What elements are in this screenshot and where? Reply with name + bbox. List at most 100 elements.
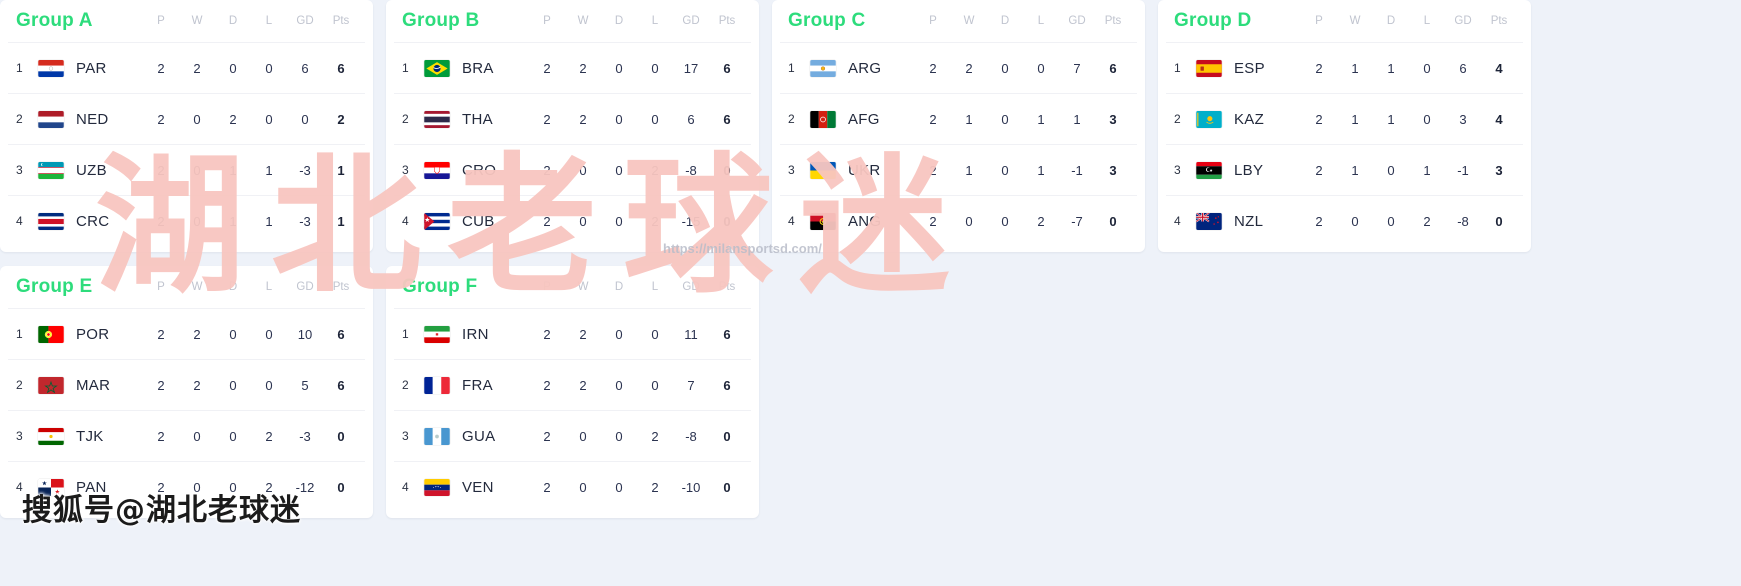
table-row[interactable]: 1 IRN 2 2 0 0 11 6 bbox=[394, 308, 751, 359]
group-standings-grid: Group A P W D L GD Pts 1 PAR 2 2 0 0 6 6 2 NED 2 0 2 0 0 2 3 UZB… bbox=[0, 0, 1741, 532]
table-row[interactable]: 2 MAR 2 2 0 0 5 6 bbox=[8, 359, 365, 410]
team-name[interactable]: VEN bbox=[462, 479, 494, 496]
team-name[interactable]: MAR bbox=[76, 377, 110, 394]
column-header-gd[interactable]: GD bbox=[673, 15, 709, 27]
column-header-p[interactable]: P bbox=[529, 15, 565, 27]
column-header-pts[interactable]: Pts bbox=[709, 15, 745, 27]
team-name[interactable]: PAN bbox=[76, 479, 107, 496]
column-header-d[interactable]: D bbox=[601, 15, 637, 27]
column-header-w[interactable]: W bbox=[179, 15, 215, 27]
team-name[interactable]: TJK bbox=[76, 428, 104, 445]
cell-p: 2 bbox=[157, 479, 165, 495]
team-name[interactable]: PAR bbox=[76, 60, 107, 77]
column-header-d[interactable]: D bbox=[1373, 15, 1409, 27]
team-name[interactable]: NED bbox=[76, 111, 109, 128]
table-row[interactable]: 4 CRC 2 0 1 1 -3 1 bbox=[8, 195, 365, 246]
column-header-d[interactable]: D bbox=[987, 15, 1023, 27]
team-name[interactable]: ANG bbox=[848, 213, 881, 230]
table-row[interactable]: 2 FRA 2 2 0 0 7 6 bbox=[394, 359, 751, 410]
table-row[interactable]: 4 CUB 2 0 0 2 -15 0 bbox=[394, 195, 751, 246]
team-name[interactable]: BRA bbox=[462, 60, 494, 77]
column-header-gd[interactable]: GD bbox=[1445, 15, 1481, 27]
column-header-d[interactable]: D bbox=[601, 281, 637, 293]
column-header-pts[interactable]: Pts bbox=[1095, 15, 1131, 27]
row-stats: 2 0 0 2 -7 0 bbox=[915, 214, 1131, 229]
column-header-w[interactable]: W bbox=[565, 15, 601, 27]
column-header-l[interactable]: L bbox=[637, 281, 673, 293]
table-row[interactable]: 3 UKR 2 1 0 1 -1 3 bbox=[780, 144, 1137, 195]
team-name[interactable]: THA bbox=[462, 111, 493, 128]
column-header-w[interactable]: W bbox=[951, 15, 987, 27]
column-headers: P W D L GD Pts bbox=[529, 15, 745, 27]
table-row[interactable]: 1 ARG 2 2 0 0 7 6 bbox=[780, 42, 1137, 93]
column-header-p[interactable]: P bbox=[529, 281, 565, 293]
column-header-w[interactable]: W bbox=[179, 281, 215, 293]
team-name[interactable]: UZB bbox=[76, 162, 107, 179]
column-header-w[interactable]: W bbox=[1337, 15, 1373, 27]
column-header-pts[interactable]: Pts bbox=[323, 15, 359, 27]
column-header-gd[interactable]: GD bbox=[287, 281, 323, 293]
column-header-p[interactable]: P bbox=[143, 281, 179, 293]
column-header-gd[interactable]: GD bbox=[673, 281, 709, 293]
cell-w: 0 bbox=[193, 213, 201, 229]
row-stats: 2 2 0 0 6 6 bbox=[143, 61, 359, 76]
column-header-l[interactable]: L bbox=[1409, 15, 1445, 27]
team-name[interactable]: FRA bbox=[462, 377, 493, 394]
column-header-l[interactable]: L bbox=[637, 15, 673, 27]
cell-w: 2 bbox=[193, 60, 201, 76]
row-stats: 2 0 0 2 -15 0 bbox=[529, 214, 745, 229]
table-row[interactable]: 1 ESP 2 1 1 0 6 4 bbox=[1166, 42, 1523, 93]
table-row[interactable]: 3 TJK 2 0 0 2 -3 0 bbox=[8, 410, 365, 461]
column-header-pts[interactable]: Pts bbox=[709, 281, 745, 293]
cell-p: 2 bbox=[1315, 162, 1323, 178]
column-header-pts[interactable]: Pts bbox=[1481, 15, 1517, 27]
cell-l: 1 bbox=[1423, 162, 1431, 178]
table-row[interactable]: 3 UZB 2 0 1 1 -3 1 bbox=[8, 144, 365, 195]
column-header-gd[interactable]: GD bbox=[1059, 15, 1095, 27]
group-card: Group B P W D L GD Pts 1 BRA 2 2 0 0 17 6 2 THA 2 2 0 0 6 6 3 CR… bbox=[386, 0, 759, 252]
team-name[interactable]: CUB bbox=[462, 213, 495, 230]
table-row[interactable]: 4 PAN 2 0 0 2 -12 0 bbox=[8, 461, 365, 512]
team-name[interactable]: LBY bbox=[1234, 162, 1263, 179]
table-row[interactable]: 4 NZL 2 0 0 2 -8 0 bbox=[1166, 195, 1523, 246]
column-header-p[interactable]: P bbox=[143, 15, 179, 27]
column-header-l[interactable]: L bbox=[1023, 15, 1059, 27]
column-header-gd[interactable]: GD bbox=[287, 15, 323, 27]
team-name[interactable]: ESP bbox=[1234, 60, 1265, 77]
table-row[interactable]: 3 LBY 2 1 0 1 -1 3 bbox=[1166, 144, 1523, 195]
team-name[interactable]: NZL bbox=[1234, 213, 1263, 230]
team-name[interactable]: KAZ bbox=[1234, 111, 1264, 128]
team-name[interactable]: UKR bbox=[848, 162, 881, 179]
column-header-pts[interactable]: Pts bbox=[323, 281, 359, 293]
table-row[interactable]: 2 AFG 2 1 0 1 1 3 bbox=[780, 93, 1137, 144]
row-stats: 2 2 0 0 17 6 bbox=[529, 61, 745, 76]
column-header-p[interactable]: P bbox=[915, 15, 951, 27]
column-header-d[interactable]: D bbox=[215, 15, 251, 27]
column-header-d[interactable]: D bbox=[215, 281, 251, 293]
column-header-l[interactable]: L bbox=[251, 15, 287, 27]
team-name[interactable]: POR bbox=[76, 326, 109, 343]
team-name[interactable]: AFG bbox=[848, 111, 880, 128]
row-rank: 4 bbox=[1174, 214, 1181, 228]
team-name[interactable]: IRN bbox=[462, 326, 489, 343]
table-row[interactable]: 4 VEN 2 0 0 2 -10 0 bbox=[394, 461, 751, 512]
row-rank: 3 bbox=[16, 163, 23, 177]
team-name[interactable]: CRC bbox=[76, 213, 109, 230]
table-row[interactable]: 2 KAZ 2 1 1 0 3 4 bbox=[1166, 93, 1523, 144]
table-row[interactable]: 2 NED 2 0 2 0 0 2 bbox=[8, 93, 365, 144]
team-name[interactable]: GUA bbox=[462, 428, 495, 445]
team-name[interactable]: ARG bbox=[848, 60, 881, 77]
team-name[interactable]: CRO bbox=[462, 162, 496, 179]
table-row[interactable]: 1 BRA 2 2 0 0 17 6 bbox=[394, 42, 751, 93]
table-row[interactable]: 1 PAR 2 2 0 0 6 6 bbox=[8, 42, 365, 93]
column-header-p[interactable]: P bbox=[1301, 15, 1337, 27]
column-header-w[interactable]: W bbox=[565, 281, 601, 293]
table-row[interactable]: 4 ANG 2 0 0 2 -7 0 bbox=[780, 195, 1137, 246]
table-row[interactable]: 2 THA 2 2 0 0 6 6 bbox=[394, 93, 751, 144]
table-row[interactable]: 3 GUA 2 0 0 2 -8 0 bbox=[394, 410, 751, 461]
column-header-l[interactable]: L bbox=[251, 281, 287, 293]
table-row[interactable]: 3 CRO 2 0 0 2 -8 0 bbox=[394, 144, 751, 195]
table-row[interactable]: 1 POR 2 2 0 0 10 6 bbox=[8, 308, 365, 359]
flag-icon bbox=[810, 110, 836, 128]
row-rank: 1 bbox=[402, 327, 409, 341]
